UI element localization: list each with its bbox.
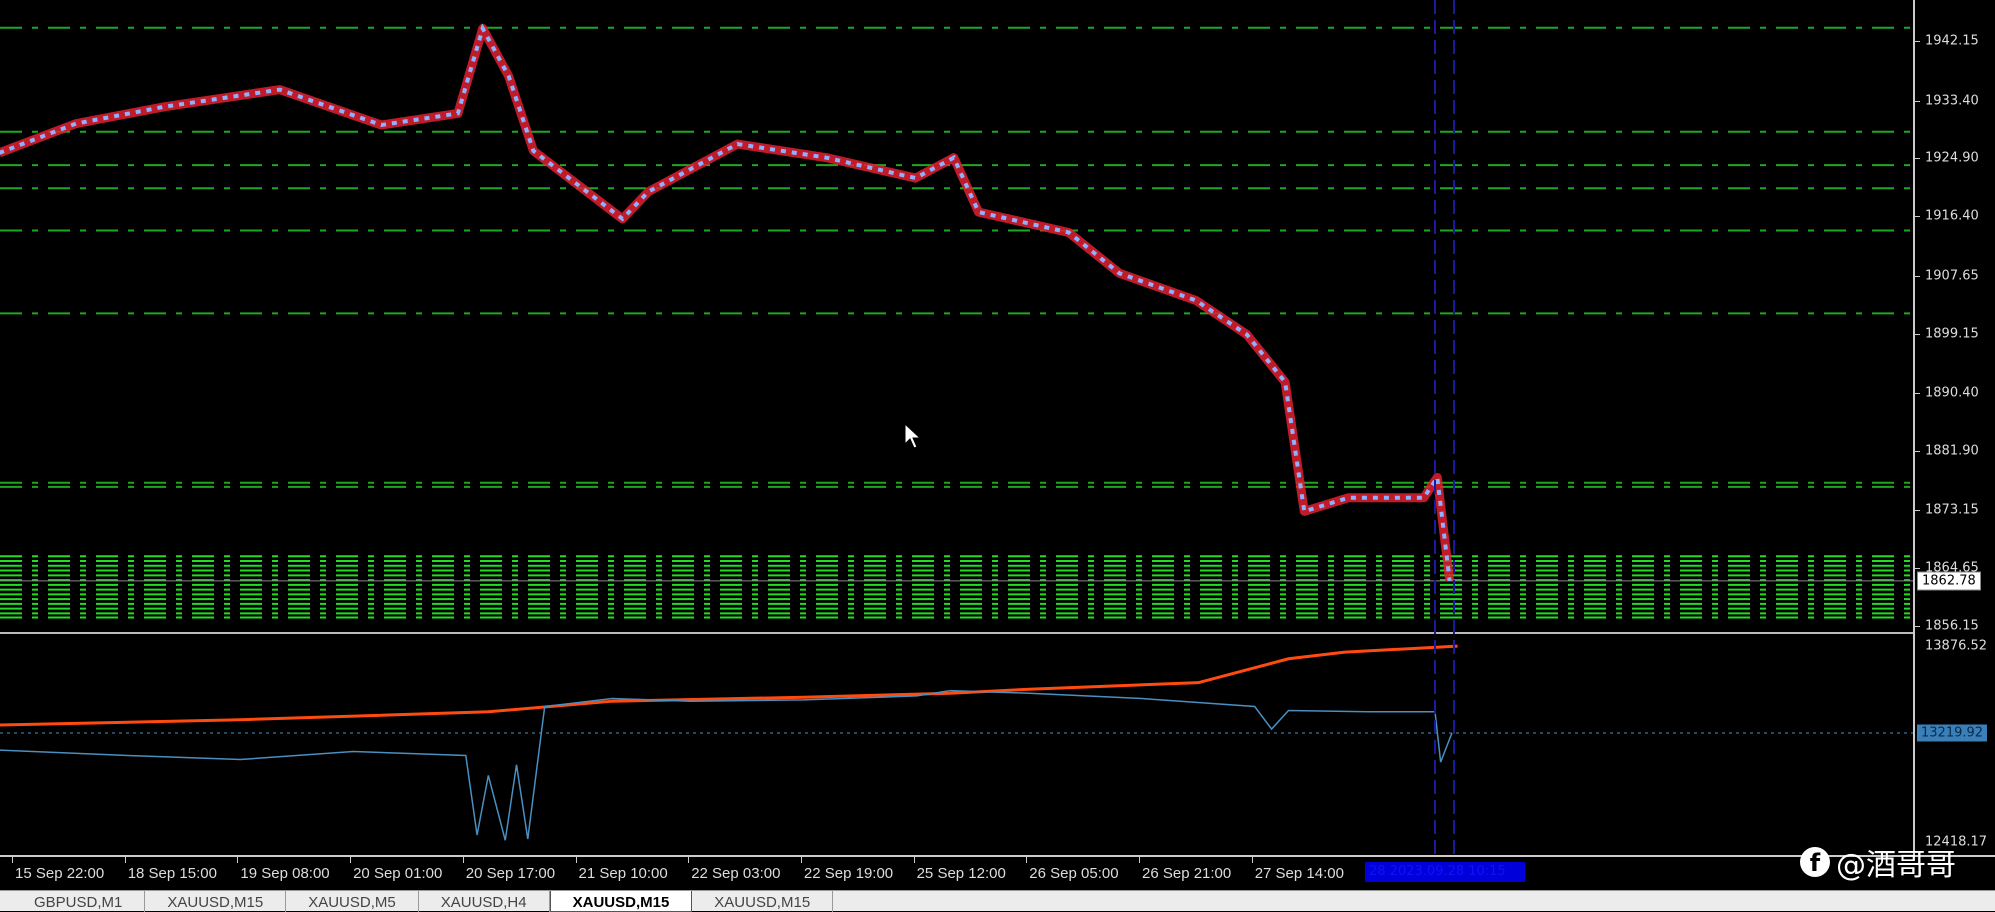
chart-tab[interactable]: XAUUSD,H4 bbox=[419, 891, 550, 912]
watermark-text: @酒哥哥 bbox=[1836, 848, 1956, 883]
price-trades-overlay bbox=[0, 23, 1455, 582]
price-axis[interactable]: 1942.15 1933.40 1924.90 1916.40 1907.65 1899.… bbox=[1913, 0, 1995, 855]
time-label: 20 Sep 01:00 bbox=[350, 857, 443, 882]
axis-tick bbox=[1915, 393, 1920, 395]
price-label: 1907.65 bbox=[1925, 268, 1979, 284]
axis-tick bbox=[1915, 216, 1920, 218]
axis-tick bbox=[1915, 510, 1920, 512]
chart-tab[interactable]: XAUUSD,M15 bbox=[145, 891, 287, 912]
price-label: 1916.40 bbox=[1925, 208, 1979, 224]
chart-tab[interactable]: GBPUSD,M1 bbox=[12, 891, 146, 912]
chart-tabs: GBPUSD,M1 XAUUSD,M15 XAUUSD,M5 XAUUSD,H4 XAU… bbox=[0, 890, 1995, 912]
price-label: 1933.40 bbox=[1925, 93, 1979, 109]
price-label: 1873.15 bbox=[1925, 502, 1979, 518]
axis-tick bbox=[1915, 158, 1920, 160]
chart-plot bbox=[0, 0, 1913, 855]
time-label: 25 Sep 12:00 bbox=[913, 857, 1006, 882]
axis-tick bbox=[1915, 41, 1920, 42]
facebook-icon: f bbox=[1800, 847, 1830, 877]
equity-value-label: 13219.92 bbox=[1917, 724, 1988, 742]
price-label: 1942.15 bbox=[1925, 33, 1979, 49]
mouse-cursor-icon bbox=[904, 422, 922, 449]
balance-line bbox=[0, 644, 1458, 727]
chart-tab[interactable]: XAUUSD,M15 bbox=[692, 891, 834, 912]
time-label: 26 Sep 05:00 bbox=[1026, 857, 1119, 882]
sub-axis-max-label: 13876.52 bbox=[1925, 638, 1988, 654]
time-label: 27 Sep 14:00 bbox=[1251, 857, 1344, 882]
time-label: 22 Sep 19:00 bbox=[800, 857, 894, 882]
axis-tick bbox=[1915, 275, 1920, 277]
chart-tab[interactable]: XAUUSD,M5 bbox=[286, 891, 419, 912]
price-label: 1856.15 bbox=[1925, 618, 1979, 634]
time-label: 15 Sep 22:00 bbox=[11, 857, 105, 882]
axis-tick bbox=[1915, 626, 1920, 627]
price-label: 1924.90 bbox=[1925, 150, 1979, 166]
time-label: 22 Sep 03:00 bbox=[688, 857, 781, 882]
axis-tick bbox=[1915, 568, 1920, 570]
time-label: 26 Sep 21:00 bbox=[1138, 857, 1232, 882]
axis-tick bbox=[1915, 450, 1920, 452]
chart-tab[interactable]: XAUUSD,M15 bbox=[549, 891, 693, 912]
equity-line bbox=[0, 689, 1453, 841]
time-label: 20 Sep 17:00 bbox=[462, 857, 556, 882]
time-label: 19 Sep 08:00 bbox=[237, 857, 330, 882]
current-price-label: 1862.78 bbox=[1917, 571, 1981, 591]
price-label: 1890.40 bbox=[1925, 385, 1979, 401]
price-label: 1899.15 bbox=[1925, 326, 1979, 341]
watermark: f @酒哥哥 bbox=[1800, 840, 1956, 884]
crosshair-time-label: 28 2023.09.28 10:15 bbox=[1365, 862, 1525, 882]
time-axis: 15 Sep 22:00 18 Sep 15:00 19 Sep 08:00 20 S… bbox=[0, 855, 1995, 890]
time-label: 21 Sep 10:00 bbox=[575, 857, 668, 882]
price-line bbox=[0, 23, 1452, 582]
time-label: 18 Sep 15:00 bbox=[124, 857, 217, 882]
axis-tick bbox=[1915, 100, 1920, 102]
price-label: 1881.90 bbox=[1925, 443, 1979, 459]
axis-tick bbox=[1915, 333, 1920, 335]
